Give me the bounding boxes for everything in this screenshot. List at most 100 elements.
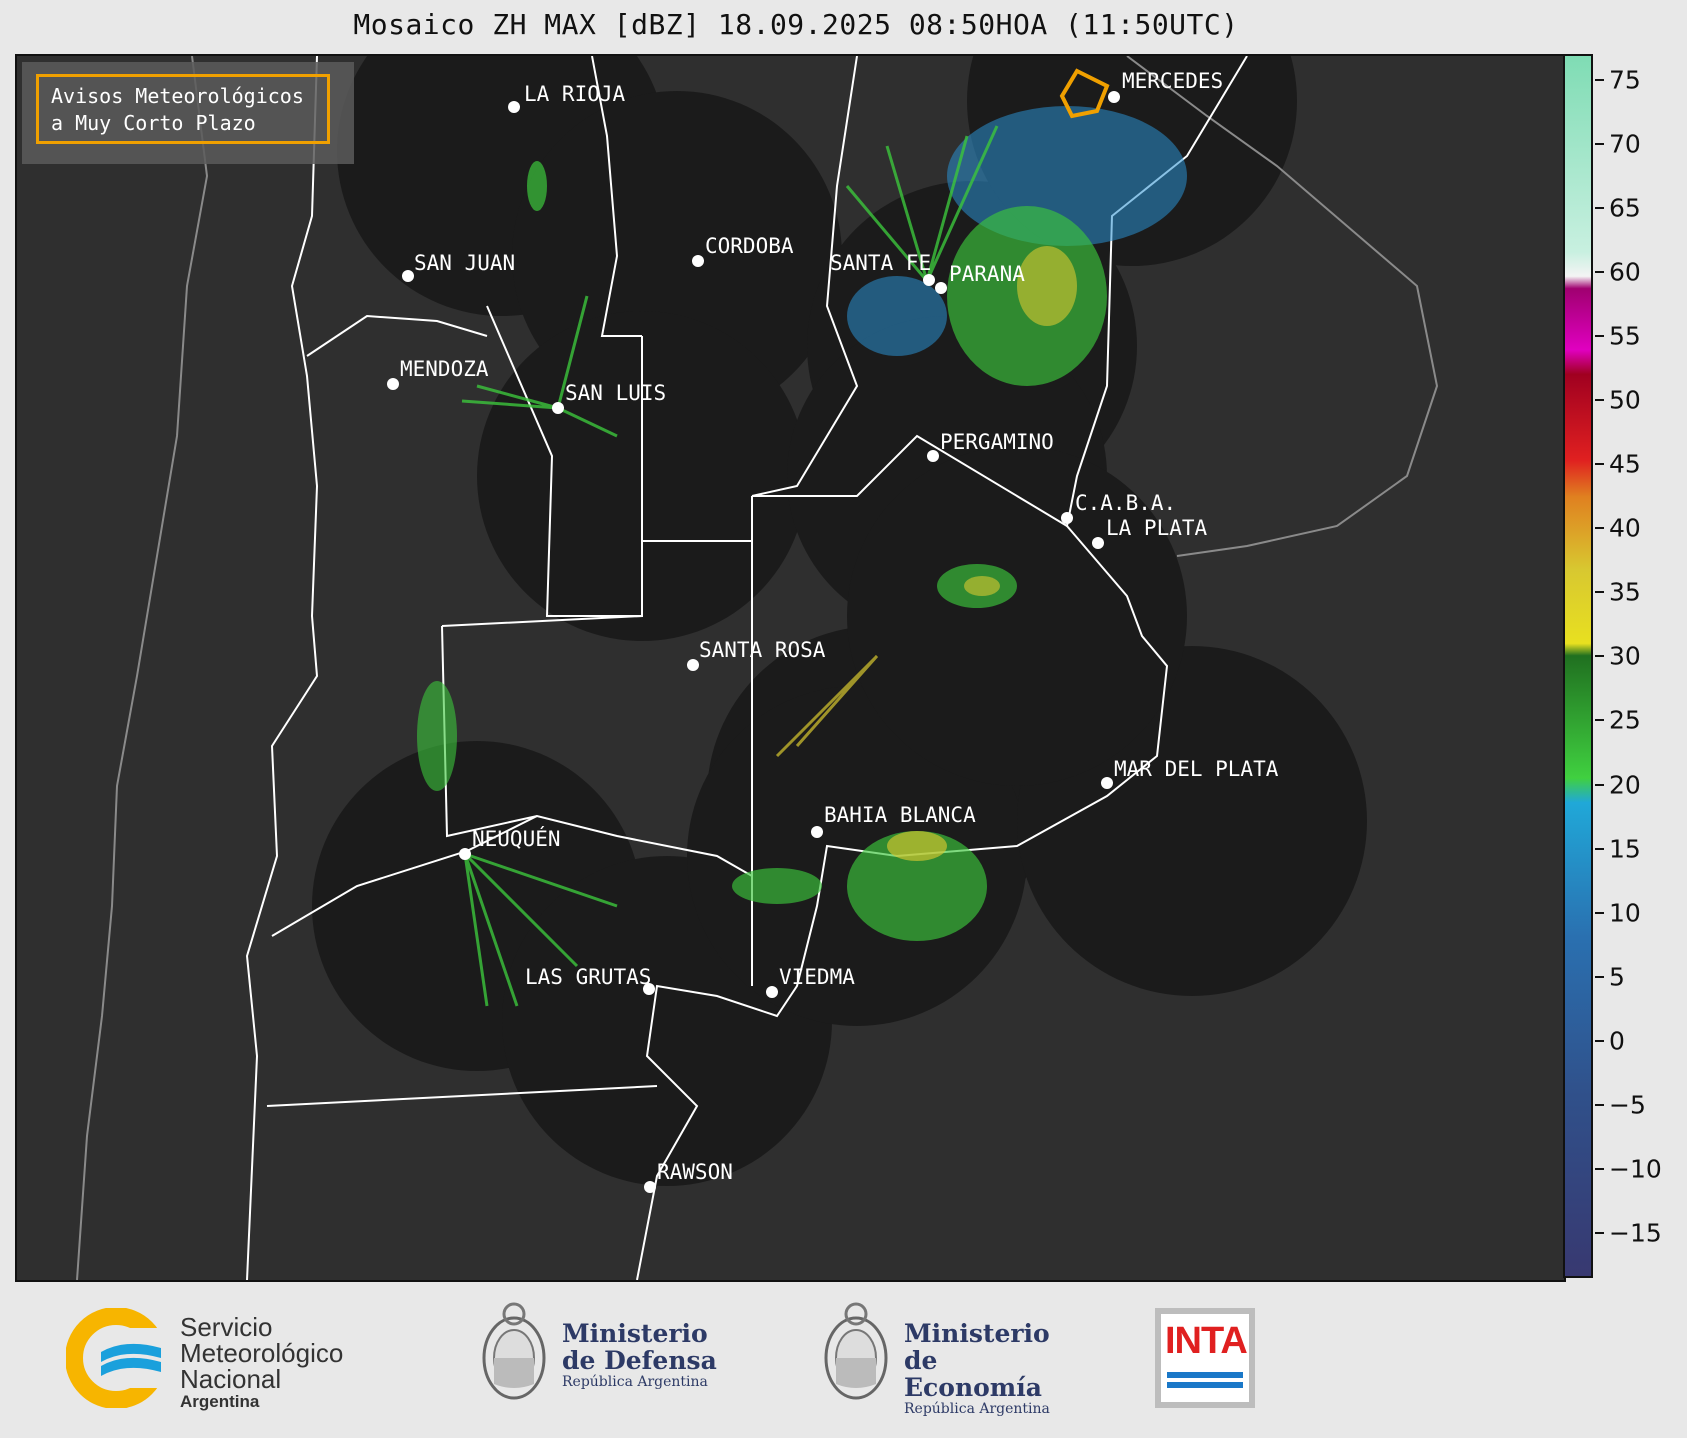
dbz-colorbar-ticks: 75 70 65 60 55 50 45 40 35 30 25 20 15 10 5 0 −5 −10 −15 xyxy=(1595,54,1687,1278)
colorbar-tick-label: 70 xyxy=(1609,129,1641,159)
inta-logo-panel: INTA xyxy=(1161,1314,1249,1402)
colorbar-tick-mark xyxy=(1595,270,1604,273)
colorbar-tick-label: 45 xyxy=(1609,449,1641,479)
warning-legend-frame: Avisos Meteorológicos a Muy Corto Plazo xyxy=(36,74,330,144)
city-label-mercedes: MERCEDES xyxy=(1122,69,1223,93)
colorbar-tick-mark xyxy=(1595,591,1604,594)
colorbar-tick-label: 25 xyxy=(1609,705,1641,735)
smn-name-line2: Meteorológico xyxy=(180,1338,344,1368)
colorbar-tick-label: 60 xyxy=(1609,257,1641,287)
inta-stripe-1 xyxy=(1167,1372,1243,1378)
colorbar-tick-mark xyxy=(1595,975,1604,978)
city-label-bahia-blanca: BAHIA BLANCA xyxy=(824,803,976,827)
city-label-neuquen: NEUQUÉN xyxy=(472,826,561,851)
colorbar-tick-label: 75 xyxy=(1609,65,1641,95)
colorbar-tick-mark xyxy=(1595,719,1604,722)
colorbar-tick-label: 20 xyxy=(1609,770,1641,800)
city-dot-san-juan xyxy=(402,270,414,282)
city-label-la-plata: LA PLATA xyxy=(1106,516,1208,540)
defensa-line2: de Defensa xyxy=(562,1346,717,1375)
city-dot-bahia-blanca xyxy=(811,826,823,838)
city-label-cordoba: CORDOBA xyxy=(705,234,794,258)
colorbar-tick-mark xyxy=(1595,1103,1604,1106)
echo-parana-core xyxy=(1017,246,1077,326)
inta-wordmark: INTA xyxy=(1165,1320,1248,1362)
city-dot-santa-fe xyxy=(923,274,935,286)
colorbar-tick-label: 50 xyxy=(1609,385,1641,415)
city-label-rawson: RAWSON xyxy=(657,1160,733,1184)
colorbar-tick-label: −5 xyxy=(1609,1090,1646,1120)
smn-emblem-icon xyxy=(66,1308,176,1408)
colorbar-tick-label: 40 xyxy=(1609,513,1641,543)
smn-name-line3: Nacional xyxy=(180,1364,282,1394)
colorbar-tick-mark xyxy=(1595,334,1604,337)
colorbar-tick-mark xyxy=(1595,142,1604,145)
colorbar-tick-mark xyxy=(1595,655,1604,658)
colorbar-tick-label: 5 xyxy=(1609,962,1625,992)
colorbar-tick-mark xyxy=(1595,463,1604,466)
warning-legend-line2: a Muy Corto Plazo xyxy=(51,111,256,135)
defensa-line1: Ministerio xyxy=(562,1319,708,1348)
inta-stripe-2 xyxy=(1167,1382,1243,1388)
economia-line2: de Economía xyxy=(904,1346,1042,1402)
echo-santa-fe-cluster xyxy=(847,276,947,356)
city-dot-san-luis xyxy=(552,402,564,414)
city-dot-neuquen xyxy=(459,848,471,860)
city-label-mar-del-plata: MAR DEL PLATA xyxy=(1114,757,1279,781)
colorbar-tick-mark xyxy=(1595,206,1604,209)
footer-logos: Servicio Meteorológico Nacional Argentin… xyxy=(0,1282,1687,1438)
colorbar-tick-label: −15 xyxy=(1609,1218,1662,1248)
radar-map[interactable]: LA RIOJA SAN JUAN CORDOBA SANTA FE PARAN… xyxy=(15,54,1566,1282)
coat-of-arms-icon xyxy=(824,1302,888,1400)
city-dot-santa-rosa xyxy=(687,659,699,671)
warning-legend-line1: Avisos Meteorológicos xyxy=(51,84,304,108)
echo-neuquen-cluster xyxy=(417,681,457,791)
warning-legend: Avisos Meteorológicos a Muy Corto Plazo xyxy=(22,62,354,164)
echo-la-rioja-cluster xyxy=(527,161,547,211)
coat-of-arms-icon xyxy=(482,1302,546,1400)
border-mendoza-san-juan xyxy=(306,314,488,357)
city-dot-caba xyxy=(1061,512,1073,524)
city-label-san-juan: SAN JUAN xyxy=(414,251,515,275)
colorbar-tick-label: 35 xyxy=(1609,577,1641,607)
city-dot-mar-del-plata xyxy=(1101,777,1113,789)
ministerio-economia-logo: Ministerio de Economía República Argenti… xyxy=(820,1296,1080,1420)
chile-border-line xyxy=(76,56,209,1280)
dbz-colorbar-gradient xyxy=(1565,56,1591,1276)
city-label-pergamino: PERGAMINO xyxy=(940,430,1054,454)
city-label-mendoza: MENDOZA xyxy=(400,357,489,381)
colorbar-tick-mark xyxy=(1595,1168,1604,1171)
colorbar-tick-mark xyxy=(1595,399,1604,402)
radar-map-canvas: LA RIOJA SAN JUAN CORDOBA SANTA FE PARAN… xyxy=(76,56,1439,1280)
colorbar-tick-label: 55 xyxy=(1609,321,1641,351)
smn-name-line1: Servicio xyxy=(180,1312,273,1342)
colorbar-tick-mark xyxy=(1595,78,1604,81)
city-label-la-rioja: LA RIOJA xyxy=(524,82,626,106)
city-label-parana: PARANA xyxy=(949,262,1025,286)
colorbar-tick-mark xyxy=(1595,847,1604,850)
colorbar-tick-label: 15 xyxy=(1609,834,1641,864)
economia-sub: República Argentina xyxy=(904,1401,1050,1417)
dbz-colorbar-ramp xyxy=(1565,56,1591,1276)
city-dot-rawson xyxy=(644,1181,656,1193)
colorbar-tick-label: −10 xyxy=(1609,1154,1662,1184)
colorbar-tick-label: 10 xyxy=(1609,898,1641,928)
city-label-santa-rosa: SANTA ROSA xyxy=(699,638,826,662)
colorbar-tick-mark xyxy=(1595,527,1604,530)
colorbar-tick-mark xyxy=(1595,911,1604,914)
argentina-west-border xyxy=(245,56,319,1280)
echo-ezeiza-core xyxy=(964,576,1000,596)
city-dot-la-rioja xyxy=(508,101,520,113)
city-dot-viedma xyxy=(766,986,778,998)
city-label-viedma: VIEDMA xyxy=(779,965,855,989)
defensa-sub: República Argentina xyxy=(562,1374,708,1390)
colorbar-tick-label: 65 xyxy=(1609,193,1641,223)
radar-coverage-areas xyxy=(312,56,1367,1186)
echo-viedma-north-cluster xyxy=(732,868,822,904)
smn-logo: Servicio Meteorológico Nacional Argentin… xyxy=(66,1308,376,1411)
city-label-caba: C.A.B.A. xyxy=(1075,491,1176,515)
echo-bahia-blanca-core xyxy=(887,831,947,861)
city-dot-cordoba xyxy=(692,255,704,267)
colorbar-tick-mark xyxy=(1595,1039,1604,1042)
inta-logo: INTA xyxy=(1155,1308,1255,1408)
